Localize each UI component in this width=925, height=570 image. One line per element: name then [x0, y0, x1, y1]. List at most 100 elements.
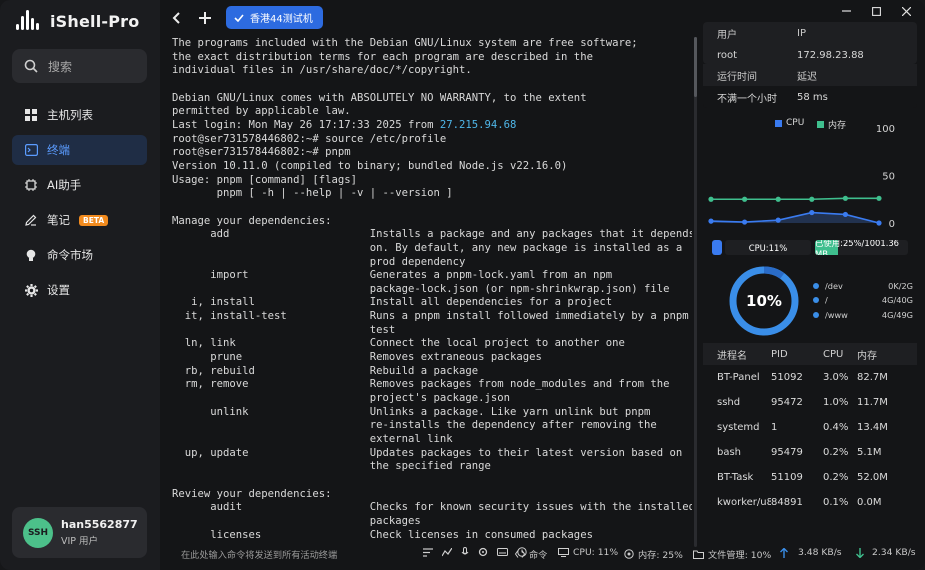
search-icon — [24, 59, 38, 73]
keyboard-icon[interactable] — [497, 548, 508, 556]
terminal-line: the exact distribution terms for each pr… — [172, 50, 593, 63]
disk-dot — [813, 297, 819, 303]
table-row[interactable]: BT-Panel 51092 3.0% 82.7M — [703, 365, 917, 390]
process-pid: 95479 — [771, 447, 803, 458]
terminal-line: packages — [172, 514, 421, 527]
search-box[interactable]: 搜索 — [12, 49, 147, 83]
activity-icon[interactable] — [442, 547, 452, 557]
arrow-down-icon — [856, 547, 864, 558]
terminal-scroll-thumb[interactable] — [694, 37, 697, 97]
gear-icon — [24, 283, 38, 297]
process-pid: 84891 — [771, 497, 803, 508]
disk-row: /www 4G/49G — [813, 308, 913, 322]
process-pid: 51092 — [771, 372, 803, 383]
user-card[interactable]: SSH han5562877 VIP 用户 — [12, 507, 147, 558]
sidebar-item-command-market[interactable]: 命令市场 — [12, 240, 147, 270]
terminal-line: pnpm [ -h | --help | -v | --version ] — [172, 187, 453, 200]
terminal-icon — [24, 143, 38, 157]
terminal-line: permitted by applicable law. — [172, 105, 351, 118]
process-pid: 51109 — [771, 472, 803, 483]
process-name: systemd — [717, 422, 760, 433]
y-tick-label: 100 — [876, 124, 895, 135]
microphone-icon[interactable] — [461, 547, 469, 557]
process-pid: 95472 — [771, 397, 803, 408]
ip-header: IP — [797, 27, 806, 39]
data-point — [775, 196, 781, 202]
chevron-left-icon — [172, 12, 180, 24]
data-point — [842, 211, 848, 218]
terminal-line: root@ser731578446802:~# source /etc/prof… — [172, 132, 447, 145]
disk-path: /www — [825, 310, 848, 320]
usage-chart: 100 50 0 — [708, 124, 895, 230]
process-name: BT-Panel — [717, 372, 760, 383]
process-mem: 5.1M — [857, 447, 882, 458]
terminal-line: prune Removes extraneous packages — [172, 351, 542, 364]
sidebar-item-settings[interactable]: 设置 — [12, 275, 147, 305]
ip-value: 172.98.23.88 — [797, 49, 864, 61]
sidebar-item-ai[interactable]: AI助手 — [12, 170, 147, 200]
check-icon — [234, 13, 244, 22]
terminal-line: Manage your dependencies: — [172, 214, 332, 227]
memory-status-label: 内存: 25% — [638, 550, 683, 561]
back-button[interactable] — [168, 9, 186, 27]
process-header-row: 进程名 PID CPU 内存 — [703, 343, 917, 365]
terminal-output[interactable]: The programs included with the Debian GN… — [172, 37, 692, 540]
close-button[interactable] — [897, 4, 915, 18]
table-row[interactable]: systemd 1 0.4% 13.4M — [703, 415, 917, 440]
terminal-line: The programs included with the Debian GN… — [172, 37, 638, 49]
terminal-scrollbar[interactable] — [694, 37, 697, 547]
close-icon — [901, 6, 911, 16]
table-row[interactable]: BT-Task 51109 0.2% 52.0M — [703, 465, 917, 490]
user-header: 用户 — [717, 29, 737, 41]
sidebar-item-terminal[interactable]: 终端 — [12, 135, 147, 165]
disk-value: 0K/2G — [888, 281, 913, 291]
command-toggle[interactable]: 命令 — [515, 547, 547, 561]
col-pid-header[interactable]: PID — [771, 349, 823, 360]
terminal-line: individual files in /usr/share/doc/*/cop… — [172, 64, 472, 77]
col-cpu-header[interactable]: CPU — [823, 349, 857, 360]
process-pid: 1 — [771, 422, 778, 433]
latency-value: 58 ms — [797, 91, 828, 103]
sidebar-item-label: 笔记 — [47, 213, 70, 227]
sort-icon[interactable] — [423, 547, 433, 557]
col-name-header[interactable]: 进程名 — [703, 347, 771, 362]
new-tab-button[interactable] — [196, 9, 214, 27]
process-cpu: 1.0% — [823, 397, 849, 408]
table-row[interactable]: sshd 95472 1.0% 11.7M — [703, 390, 917, 415]
sidebar-nav: 主机列表 终端 AI助手 笔记 BETA 命令市场 设置 — [12, 100, 147, 310]
files-status[interactable]: 文件管理: 10% — [693, 547, 771, 561]
last-login-text: Last login: Mon May 26 17:17:33 2025 fro… — [172, 118, 440, 131]
disk-row: /dev 0K/2G — [813, 279, 913, 293]
tab-hk44[interactable]: 香港44测试机 — [226, 6, 323, 29]
process-list: BT-Panel 51092 3.0% 82.7M sshd 95472 1.0% 11.7M… — [703, 365, 917, 515]
ai-icon — [24, 178, 38, 192]
settings-icon[interactable] — [478, 547, 488, 557]
uptime-header: 运行时间 — [717, 71, 757, 83]
sidebar-item-hosts[interactable]: 主机列表 — [12, 100, 147, 130]
download-speed: 2.34 KB/s — [856, 547, 916, 558]
process-name: kworker/u8:... — [717, 497, 771, 508]
minimize-button[interactable] — [837, 4, 855, 18]
status-tools — [423, 547, 527, 557]
terminal-line: unlink Unlinks a package. Like yarn unli… — [172, 405, 651, 418]
col-mem-header[interactable]: 内存 — [857, 347, 917, 362]
y-tick-label: 50 — [882, 172, 895, 183]
cpu-status-label: CPU: 11% — [573, 547, 619, 558]
edit-icon — [24, 213, 38, 227]
table-row[interactable]: kworker/u8:...84891 0.1% 0.0M — [703, 490, 917, 515]
status-header-row: 运行时间 延迟 — [703, 64, 917, 86]
terminal-line: project's package.json — [172, 392, 511, 405]
terminal-line: Last login: Mon May 26 17:17:33 2025 fro… — [172, 119, 692, 133]
sidebar-item-notes[interactable]: 笔记 BETA — [12, 205, 147, 235]
sidebar-item-label: 主机列表 — [47, 108, 93, 122]
table-row[interactable]: bash 95479 0.2% 5.1M — [703, 440, 917, 465]
sidebar: iShell-Pro 搜索 主机列表 终端 AI助手 笔记 BETA 命令市场 … — [0, 0, 160, 570]
info-header-row: 用户 IP — [703, 22, 917, 44]
maximize-button[interactable] — [867, 4, 885, 18]
data-point — [708, 218, 714, 224]
sidebar-item-label: AI助手 — [47, 178, 82, 192]
process-cpu: 0.2% — [823, 472, 849, 483]
broadcast-input[interactable]: 在此处输入命令将发送到所有活动终端 — [181, 547, 337, 561]
process-mem: 52.0M — [857, 472, 888, 483]
files-status-label: 文件管理: 10% — [708, 550, 772, 561]
